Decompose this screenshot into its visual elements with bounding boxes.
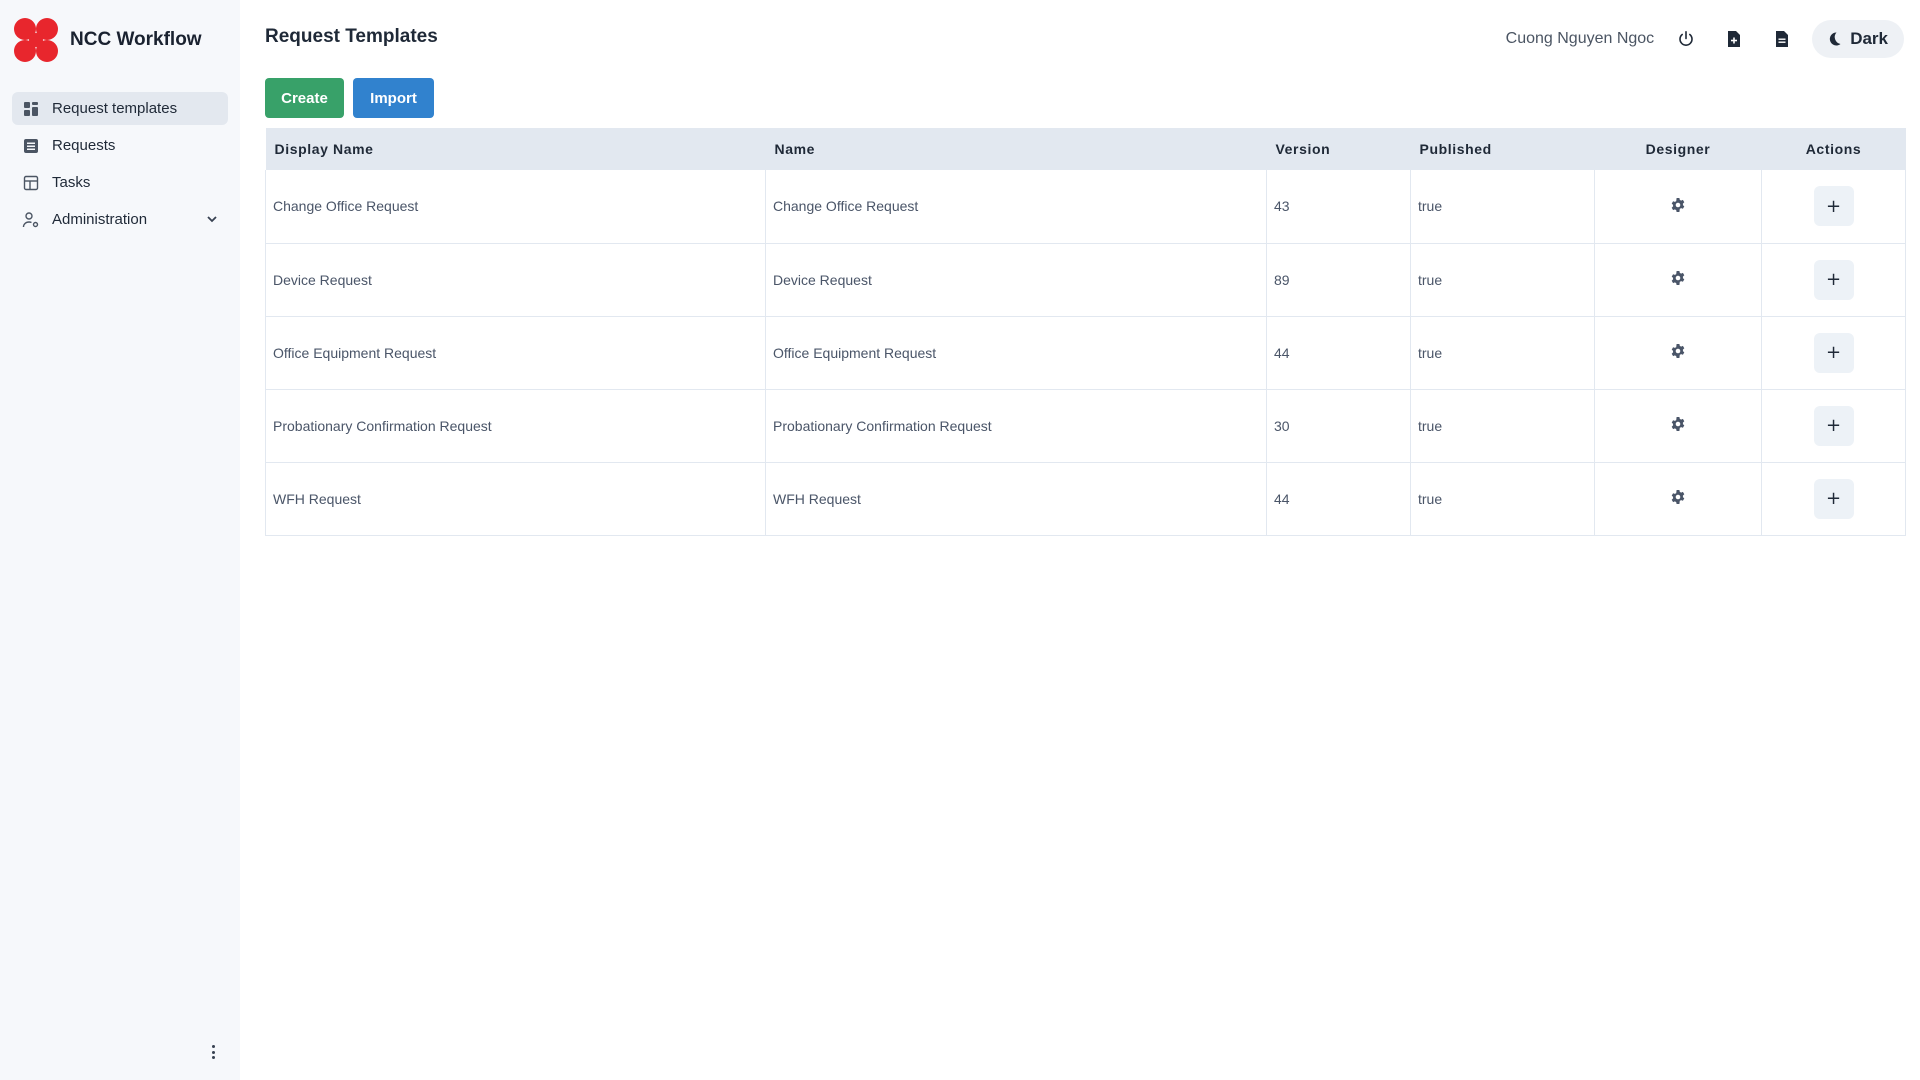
- cell-published: true: [1410, 243, 1595, 317]
- create-button[interactable]: Create: [265, 78, 344, 118]
- cell-display-name[interactable]: Office Equipment Request: [265, 316, 766, 390]
- page-title: Request Templates: [265, 26, 438, 47]
- cell-designer: [1594, 243, 1762, 317]
- cell-designer: [1594, 170, 1762, 244]
- cell-display-name[interactable]: Probationary Confirmation Request: [265, 389, 766, 463]
- power-icon[interactable]: [1668, 21, 1704, 57]
- cell-published: true: [1410, 462, 1595, 536]
- table-icon: [22, 174, 40, 192]
- sidebar-item-administration[interactable]: Administration: [12, 203, 228, 236]
- cell-published: true: [1410, 170, 1595, 244]
- sidebar-item-label: Tasks: [52, 174, 91, 191]
- chevron-down-icon[interactable]: [204, 211, 220, 227]
- cell-name: Change Office Request: [765, 170, 1267, 244]
- gear-icon[interactable]: [1670, 489, 1686, 505]
- cell-actions: +: [1761, 389, 1906, 463]
- theme-toggle-button[interactable]: Dark: [1812, 20, 1904, 58]
- grid-icon: [22, 100, 40, 118]
- cell-version: 43: [1266, 170, 1411, 244]
- gear-icon[interactable]: [1670, 343, 1686, 359]
- add-button[interactable]: +: [1813, 259, 1854, 300]
- sidebar-item-tasks[interactable]: Tasks: [12, 166, 228, 199]
- cell-name: Probationary Confirmation Request: [765, 389, 1267, 463]
- cell-published: true: [1410, 316, 1595, 390]
- column-header-display-name[interactable]: Display Name: [265, 128, 766, 170]
- brand[interactable]: NCC Workflow: [14, 18, 202, 62]
- cell-version: 89: [1266, 243, 1411, 317]
- cell-display-name[interactable]: WFH Request: [265, 462, 766, 536]
- cell-version: 44: [1266, 462, 1411, 536]
- table-row[interactable]: Device Request Device Request 89 true +: [265, 243, 1906, 317]
- column-header-designer: Designer: [1594, 128, 1762, 170]
- ncc-logo-icon: [14, 18, 58, 62]
- sidebar-item-request-templates[interactable]: Request templates: [12, 92, 228, 125]
- table-row[interactable]: Change Office Request Change Office Reque…: [265, 170, 1906, 244]
- sidebar: NCC Workflow Request templates Requests …: [0, 0, 240, 1080]
- cell-display-name[interactable]: Change Office Request: [265, 170, 766, 244]
- app-title: NCC Workflow: [70, 29, 202, 50]
- moon-icon: [1830, 32, 1841, 46]
- sidebar-item-label: Requests: [52, 137, 116, 154]
- sidebar-nav: Request templates Requests Tasks Adminis…: [12, 92, 228, 240]
- user-settings-icon: [22, 211, 40, 229]
- cell-actions: +: [1761, 170, 1906, 244]
- add-button[interactable]: +: [1813, 405, 1854, 446]
- table-header-row: Display Name Name Version Published Desi…: [265, 128, 1906, 170]
- import-button[interactable]: Import: [353, 78, 434, 118]
- sidebar-item-requests[interactable]: Requests: [12, 129, 228, 162]
- column-header-version[interactable]: Version: [1266, 128, 1411, 170]
- cell-name: WFH Request: [765, 462, 1267, 536]
- column-header-actions: Actions: [1761, 128, 1906, 170]
- cell-display-name[interactable]: Device Request: [265, 243, 766, 317]
- document-icon[interactable]: [1764, 21, 1800, 57]
- list-icon: [22, 137, 40, 155]
- user-area: Cuong Nguyen Ngoc Dark: [1506, 20, 1904, 58]
- column-header-published[interactable]: Published: [1410, 128, 1595, 170]
- gear-icon[interactable]: [1670, 197, 1686, 213]
- cell-version: 30: [1266, 389, 1411, 463]
- cell-designer: [1594, 389, 1762, 463]
- table-row[interactable]: WFH Request WFH Request 44 true +: [265, 462, 1906, 536]
- add-button[interactable]: +: [1813, 478, 1854, 519]
- cell-actions: +: [1761, 316, 1906, 390]
- sidebar-item-label: Administration: [52, 211, 148, 228]
- user-name: Cuong Nguyen Ngoc: [1505, 30, 1655, 47]
- templates-table: Display Name Name Version Published Desi…: [265, 128, 1906, 536]
- add-button[interactable]: +: [1813, 332, 1854, 373]
- cell-actions: +: [1761, 243, 1906, 317]
- cell-name: Office Equipment Request: [765, 316, 1267, 390]
- gear-icon[interactable]: [1670, 270, 1686, 286]
- theme-label: Dark: [1850, 29, 1888, 48]
- cell-designer: [1594, 316, 1762, 390]
- column-header-name[interactable]: Name: [765, 128, 1267, 170]
- cell-designer: [1594, 462, 1762, 536]
- cell-published: true: [1410, 389, 1595, 463]
- cell-version: 44: [1266, 316, 1411, 390]
- cell-actions: +: [1761, 462, 1906, 536]
- gear-icon[interactable]: [1670, 416, 1686, 432]
- table-row[interactable]: Probationary Confirmation Request Probati…: [265, 389, 1906, 463]
- file-add-icon[interactable]: [1716, 21, 1752, 57]
- add-button[interactable]: +: [1813, 186, 1854, 227]
- more-options-icon[interactable]: [206, 1042, 220, 1062]
- sidebar-item-label: Request templates: [52, 100, 178, 117]
- table-row[interactable]: Office Equipment Request Office Equipment…: [265, 316, 1906, 390]
- cell-name: Device Request: [765, 243, 1267, 317]
